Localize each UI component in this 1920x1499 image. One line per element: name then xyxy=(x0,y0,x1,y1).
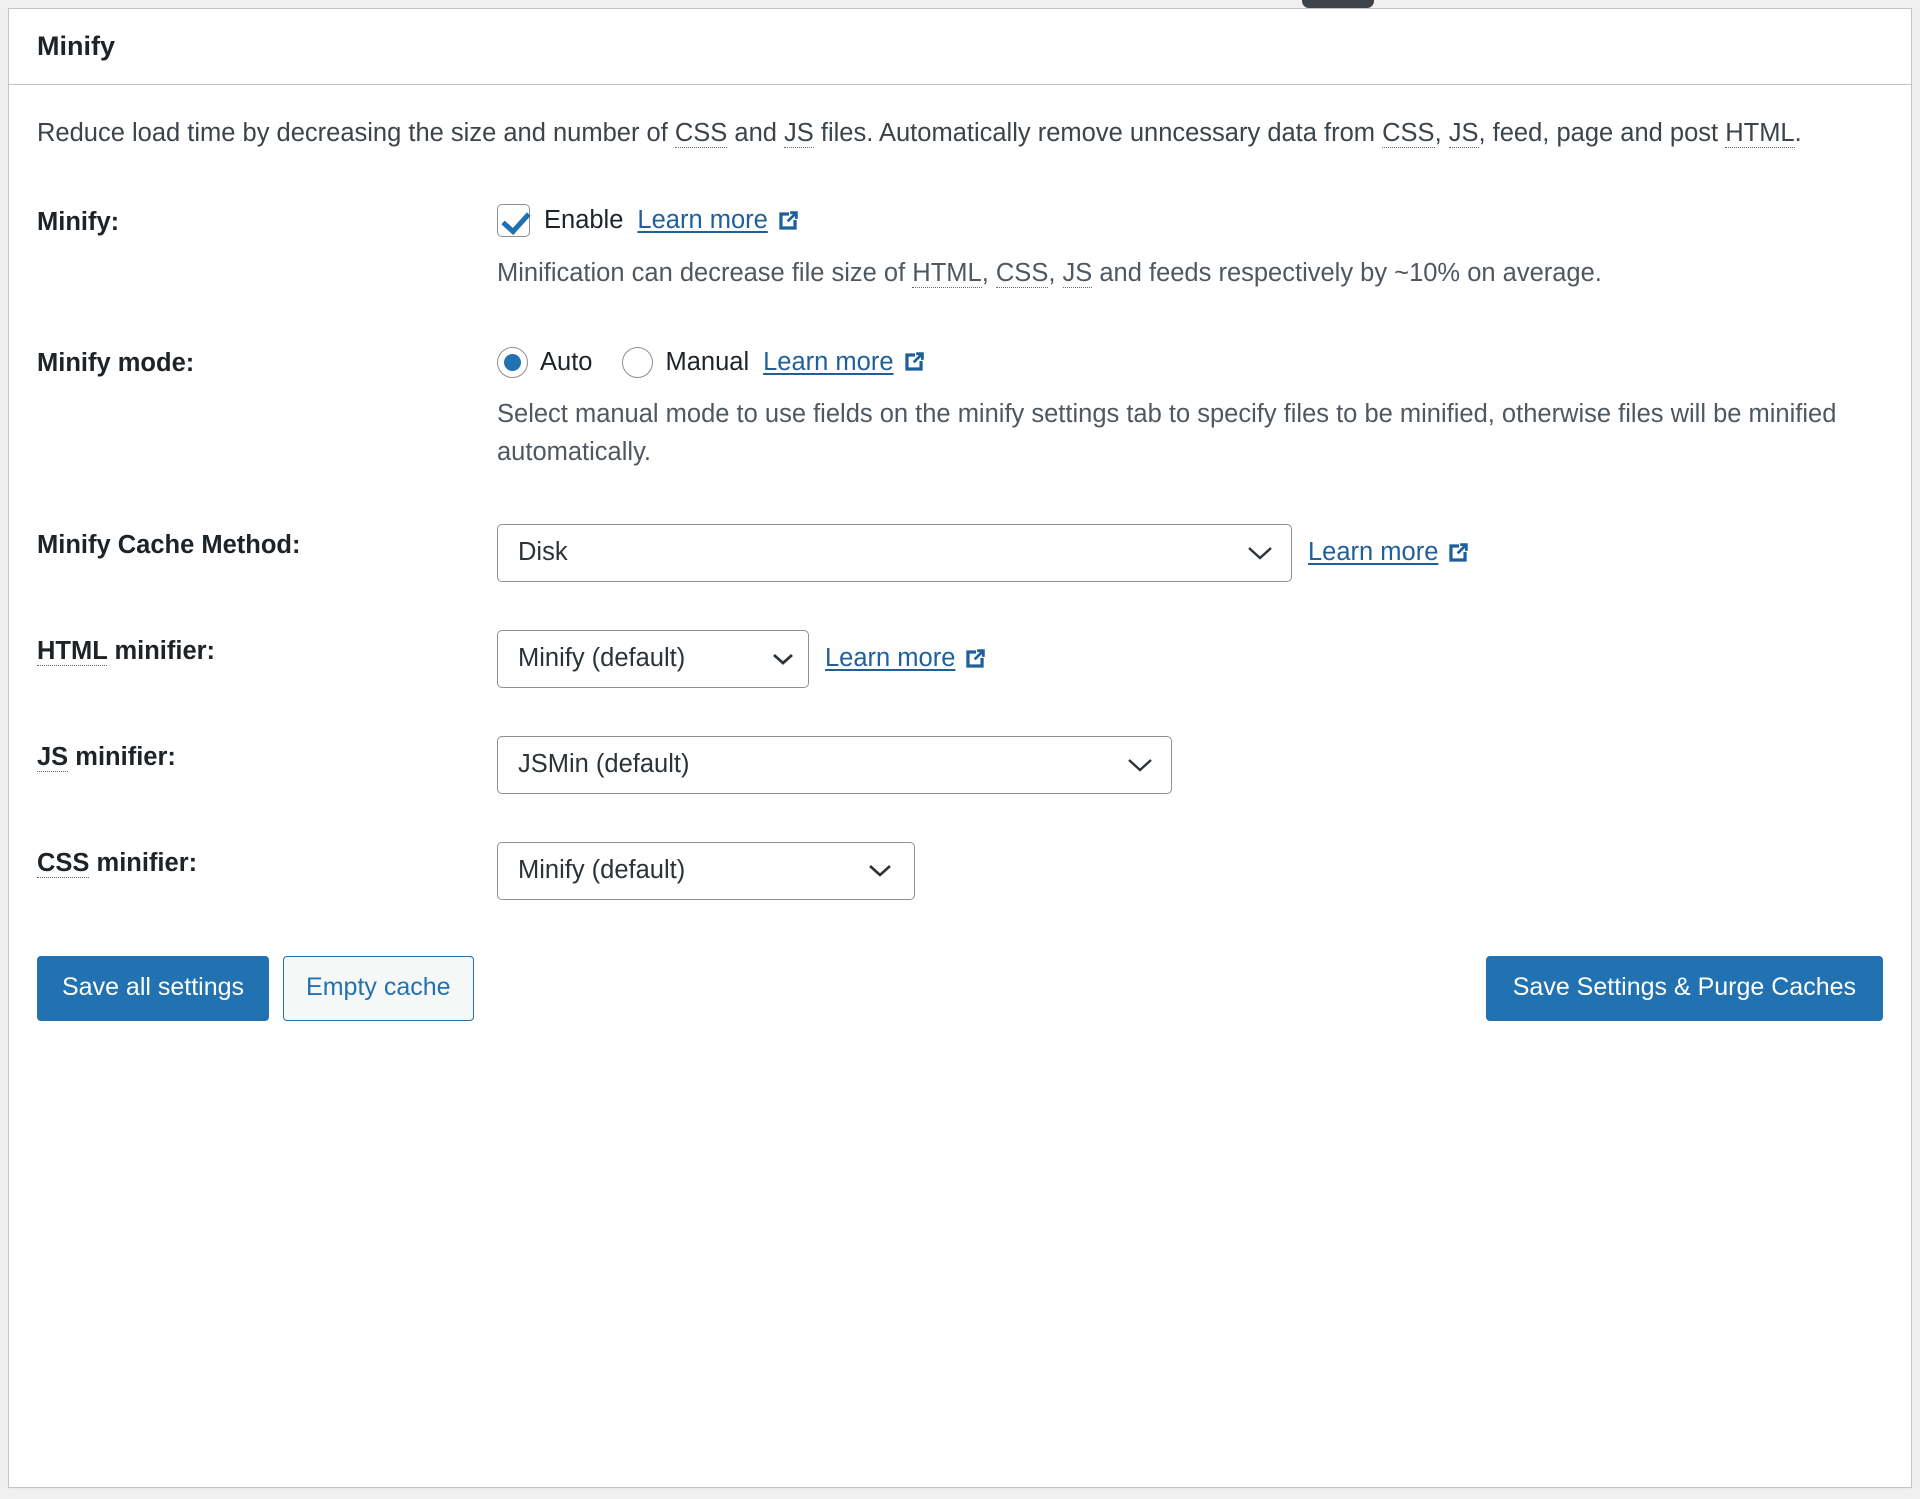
row-minify-field: Enable Learn more Minification can decre… xyxy=(497,201,1883,293)
intro-text-3: files. Automatically remove unncessary d… xyxy=(813,119,1383,147)
external-link-icon xyxy=(904,352,924,372)
row-html-minifier-field: Minify (default) Learn more xyxy=(497,629,1883,688)
minify-desc-sep-1: , xyxy=(981,258,996,287)
minify-mode-manual-radio[interactable] xyxy=(622,346,654,378)
learn-more-label: Learn more xyxy=(1308,538,1439,567)
row-css-minifier-label: CSS minifier: xyxy=(37,842,497,882)
tooltip-remnant xyxy=(1302,0,1374,8)
intro-text-5: , feed, page and post xyxy=(1478,119,1726,147)
minify-enable-checkbox[interactable] xyxy=(497,204,530,238)
chevron-down-icon xyxy=(766,652,808,666)
minify-mode-auto-radio[interactable] xyxy=(497,346,528,378)
html-minifier-learn-more-link[interactable]: Learn more xyxy=(825,644,988,673)
minify-desc-text-1: Minification can decrease file size of xyxy=(497,258,913,287)
abbr-css-icon: CSS xyxy=(37,848,90,878)
minify-desc-text-2: and feeds respectively by ~10% on averag… xyxy=(1092,258,1602,287)
external-link-icon xyxy=(1449,543,1469,562)
row-js-minifier-field: JSMin (default) xyxy=(497,735,1883,794)
row-minify-cache-method-field: Disk Learn more xyxy=(497,523,1883,582)
chevron-down-icon xyxy=(1113,757,1171,773)
row-html-minifier-label-rest: minifier: xyxy=(107,636,216,665)
row-minify-mode: Minify mode: Auto Manual Learn more Sele… xyxy=(37,342,1883,523)
row-html-minifier-label: HTML minifier: xyxy=(37,630,497,670)
chevron-down-icon xyxy=(858,863,914,878)
panel-footer: Save all settings Empty cache Save Setti… xyxy=(9,955,1911,1021)
footer-left-actions: Save all settings Empty cache xyxy=(37,955,474,1021)
empty-cache-button[interactable]: Empty cache xyxy=(283,955,474,1021)
intro-text-1: Reduce load time by decreasing the size … xyxy=(37,119,675,147)
settings-form: Minify: Enable Learn more Minification c… xyxy=(37,201,1883,946)
panel-description: Reduce load time by decreasing the size … xyxy=(37,115,1882,153)
abbr-js-icon: JS xyxy=(1448,119,1479,148)
save-all-settings-button[interactable]: Save all settings xyxy=(37,955,270,1021)
row-css-minifier: CSS minifier: Minify (default) xyxy=(37,841,1883,946)
minify-desc-sep-2: , xyxy=(1048,258,1063,287)
learn-more-label: Learn more xyxy=(637,206,768,235)
row-minify-cache-method-label: Minify Cache Method: xyxy=(37,530,301,559)
html-minifier-value: Minify (default) xyxy=(518,644,686,673)
panel-body: Reduce load time by decreasing the size … xyxy=(9,85,1911,946)
intro-text-2: and xyxy=(727,119,785,147)
html-minifier-select[interactable]: Minify (default) xyxy=(497,629,809,688)
intro-text-6: . xyxy=(1794,119,1802,147)
minify-learn-more-link[interactable]: Learn more xyxy=(637,206,800,235)
abbr-js-icon: JS xyxy=(784,119,814,148)
page-title: Minify xyxy=(37,30,115,61)
js-minifier-select[interactable]: JSMin (default) xyxy=(497,735,1172,794)
row-js-minifier-label: JS minifier: xyxy=(37,736,497,776)
minify-cache-method-value: Disk xyxy=(518,538,568,567)
panel-header: Minify xyxy=(9,9,1911,85)
row-minify-mode-field: Auto Manual Learn more Select manual mod… xyxy=(497,342,1883,471)
abbr-html-icon: HTML xyxy=(912,258,982,288)
save-settings-purge-caches-button[interactable]: Save Settings & Purge Caches xyxy=(1485,955,1883,1021)
minify-mode-auto-label: Auto xyxy=(540,347,593,376)
abbr-css-icon: CSS xyxy=(1382,119,1435,148)
external-link-icon xyxy=(779,210,798,230)
learn-more-label: Learn more xyxy=(763,347,894,376)
row-html-minifier: HTML minifier: Minify (default) Learn mo… xyxy=(37,629,1883,736)
intro-text-4: , xyxy=(1434,119,1449,147)
chevron-down-icon xyxy=(1233,545,1291,561)
minify-description: Minification can decrease file size of H… xyxy=(497,255,1883,293)
row-js-minifier-label-rest: minifier: xyxy=(68,742,176,771)
external-link-icon xyxy=(966,649,986,668)
row-js-minifier: JS minifier: JSMin (default) xyxy=(37,735,1883,842)
learn-more-label: Learn more xyxy=(825,644,956,673)
minify-mode-manual-label: Manual xyxy=(665,347,750,376)
abbr-css-icon: CSS xyxy=(674,119,728,148)
minify-mode-learn-more-link[interactable]: Learn more xyxy=(763,348,926,377)
js-minifier-value: JSMin (default) xyxy=(518,750,690,779)
css-minifier-select[interactable]: Minify (default) xyxy=(497,841,915,900)
abbr-css-icon: CSS xyxy=(995,258,1049,288)
row-minify-mode-label: Minify mode: xyxy=(37,349,195,378)
row-minify-cache-method: Minify Cache Method: Disk Learn more xyxy=(37,523,1883,630)
row-css-minifier-field: Minify (default) xyxy=(497,841,1883,900)
abbr-js-icon: JS xyxy=(37,742,69,772)
css-minifier-value: Minify (default) xyxy=(518,856,686,885)
abbr-html-icon: HTML xyxy=(37,636,108,666)
minify-cache-method-select[interactable]: Disk xyxy=(497,523,1292,582)
minify-settings-panel: Minify Reduce load time by decreasing th… xyxy=(8,8,1912,1488)
minify-cache-method-learn-more-link[interactable]: Learn more xyxy=(1308,538,1471,567)
abbr-js-icon: JS xyxy=(1062,258,1093,288)
abbr-html-icon: HTML xyxy=(1725,119,1795,148)
minify-enable-label: Enable xyxy=(544,206,624,235)
row-minify-label: Minify: xyxy=(37,207,120,236)
row-css-minifier-label-rest: minifier: xyxy=(89,848,198,877)
minify-mode-description: Select manual mode to use fields on the … xyxy=(497,400,1837,467)
row-minify: Minify: Enable Learn more Minification c… xyxy=(37,201,1883,343)
